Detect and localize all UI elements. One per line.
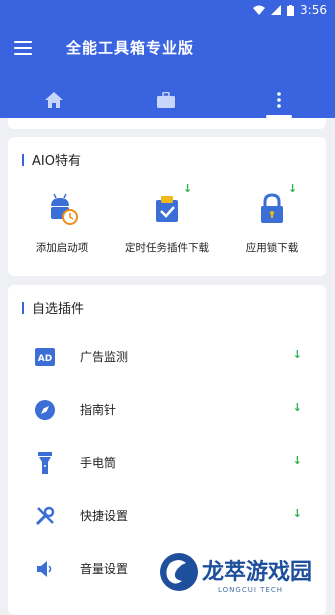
tab-more[interactable] xyxy=(259,82,299,118)
watermark-emblem-icon xyxy=(160,553,198,591)
aio-title-text: AIO特有 xyxy=(32,154,81,169)
aio-item-label: 应用锁下载 xyxy=(245,242,299,254)
aio-card: AIO特有 添加启动项 ↓ 定时任务插件下载 ↓ 应用锁下载 xyxy=(8,137,326,276)
android-timer-icon xyxy=(45,192,79,226)
svg-text:AD: AD xyxy=(38,354,52,364)
lock-icon: ↓ xyxy=(255,182,297,226)
briefcase-icon xyxy=(157,92,175,108)
tab-home[interactable] xyxy=(34,82,74,118)
ad-icon: AD xyxy=(34,346,56,368)
download-icon[interactable]: ↓ xyxy=(293,348,302,361)
speaker-icon xyxy=(34,558,56,580)
plugin-row-compass[interactable]: 指南针 ↓ xyxy=(8,389,326,429)
plugins-section-title: 自选插件 xyxy=(22,298,84,317)
app-bar: 全能工具箱专业版 xyxy=(0,22,335,118)
aio-item-label: 添加启动项 xyxy=(35,242,89,254)
plugin-row-ad-monitor[interactable]: AD 广告监测 ↓ xyxy=(8,336,326,376)
home-icon xyxy=(45,92,63,108)
compass-icon xyxy=(34,399,56,421)
status-bar: 3:56 xyxy=(0,0,335,22)
menu-icon[interactable] xyxy=(14,41,32,55)
aio-item-label: 定时任务插件下载 xyxy=(125,242,209,254)
tools-icon xyxy=(34,505,56,527)
aio-item-add-startup[interactable]: 添加启动项 xyxy=(12,192,112,255)
plugin-label: 广告监测 xyxy=(80,350,129,364)
previous-card-bottom xyxy=(8,118,326,129)
signal-icon xyxy=(271,5,282,15)
plugin-label: 手电筒 xyxy=(80,456,117,470)
more-vertical-icon xyxy=(277,92,281,108)
plugin-label: 音量设置 xyxy=(80,562,129,576)
status-time: 3:56 xyxy=(300,3,327,17)
watermark-logo: 龙萃游戏园 LONGCUI TECH xyxy=(160,553,330,598)
plugin-row-flashlight[interactable]: 手电筒 ↓ xyxy=(8,442,326,482)
app-title: 全能工具箱专业版 xyxy=(66,39,195,57)
aio-section-title: AIO特有 xyxy=(22,150,81,169)
watermark-subtext: LONGCUI TECH xyxy=(218,586,283,594)
plugins-title-text: 自选插件 xyxy=(32,302,85,317)
watermark-text: 龙萃游戏园 xyxy=(202,560,313,585)
download-icon[interactable]: ↓ xyxy=(288,182,297,195)
download-icon[interactable]: ↓ xyxy=(293,507,302,520)
download-icon[interactable]: ↓ xyxy=(183,182,192,195)
plugin-label: 快捷设置 xyxy=(80,509,129,523)
download-icon[interactable]: ↓ xyxy=(293,401,302,414)
tab-tools[interactable] xyxy=(146,82,186,118)
calendar-check-icon: ↓ xyxy=(150,182,192,226)
plugin-label: 指南针 xyxy=(80,403,117,417)
aio-item-timed-task[interactable]: ↓ 定时任务插件下载 xyxy=(117,182,217,255)
battery-icon xyxy=(287,4,295,16)
tab-bar xyxy=(0,82,335,118)
download-icon[interactable]: ↓ xyxy=(293,454,302,467)
flashlight-icon xyxy=(34,452,56,474)
wifi-icon xyxy=(253,5,266,15)
aio-item-app-lock[interactable]: ↓ 应用锁下载 xyxy=(222,182,322,255)
plugin-row-quick-settings[interactable]: 快捷设置 ↓ xyxy=(8,495,326,535)
